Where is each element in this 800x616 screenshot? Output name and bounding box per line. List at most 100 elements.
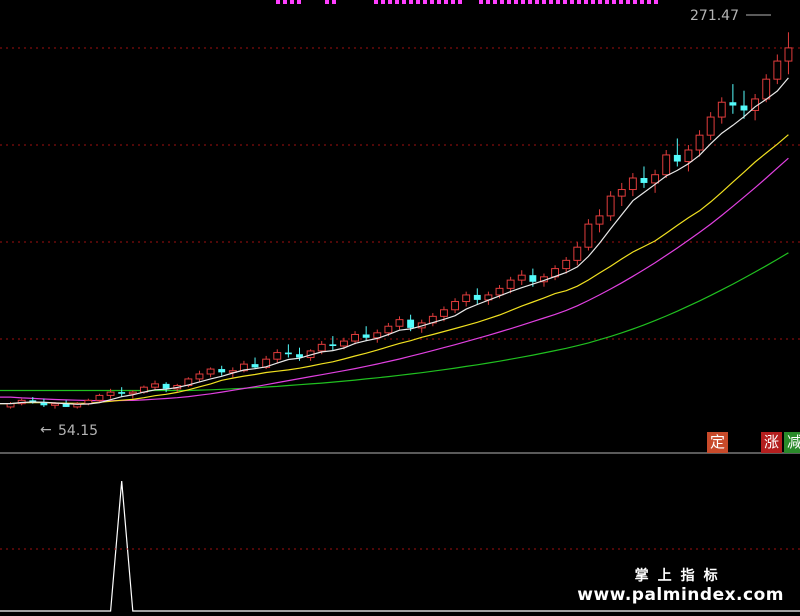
grid-lines (0, 47, 800, 340)
signal-marker (626, 0, 630, 4)
signal-marker (416, 0, 420, 4)
candle-body (128, 391, 137, 395)
candle-body (784, 47, 793, 62)
candle-8 (95, 393, 104, 402)
candle-40 (451, 298, 460, 314)
candle-body (395, 319, 404, 327)
signal-marker (283, 0, 287, 4)
candle-70 (784, 32, 793, 75)
candle-10 (118, 387, 126, 398)
ma60-path (0, 252, 789, 392)
candle-body (762, 78, 771, 100)
signal-marker (325, 0, 329, 4)
candle-29 (329, 336, 337, 351)
candle-body (251, 364, 259, 368)
candle-65 (729, 84, 737, 114)
signal-marker (633, 0, 637, 4)
candle-64 (717, 97, 726, 124)
candle-body (118, 392, 126, 394)
candle-63 (706, 112, 715, 141)
candle-body (218, 369, 226, 373)
candle-60 (673, 138, 681, 167)
candle-body (407, 319, 415, 328)
candle-22 (251, 357, 259, 370)
signal-marker (395, 0, 399, 4)
candle-body (339, 340, 348, 347)
candle-body (717, 101, 726, 118)
candle-body (151, 383, 159, 388)
signal-marker (549, 0, 553, 4)
low-price-label: ← 54.15 (40, 422, 98, 439)
signal-marker (423, 0, 427, 4)
low-price-arrow: ← (40, 422, 52, 438)
signal-marker (388, 0, 392, 4)
signal-marker (584, 0, 588, 4)
signal-marker (381, 0, 385, 4)
candle-52 (584, 219, 593, 251)
signal-tag-1: 涨 (761, 432, 782, 453)
candle-body (517, 274, 526, 281)
candle-body (740, 105, 748, 111)
candle-body (506, 279, 515, 289)
high-price-label: 271.47 (690, 8, 771, 24)
watermark-url: www.palmindex.com (577, 585, 784, 605)
candle-57 (640, 166, 648, 188)
signal-marker (647, 0, 651, 4)
signal-marker (577, 0, 581, 4)
candle-53 (595, 209, 604, 233)
signal-marker (591, 0, 595, 4)
candle-51 (573, 242, 582, 266)
candle-55 (617, 182, 626, 206)
ma20-line (0, 157, 789, 402)
signal-tag-2: 减 (784, 432, 800, 453)
candle-body (473, 294, 481, 300)
signal-marker (542, 0, 546, 4)
candle-body (573, 246, 582, 261)
candle-body (351, 333, 359, 342)
candle-body (95, 394, 104, 401)
ma5-line (0, 77, 789, 405)
candle-body (329, 344, 337, 346)
candle-56 (628, 173, 637, 197)
signal-marker (437, 0, 441, 4)
candle-42 (473, 288, 481, 305)
signal-marker (570, 0, 574, 4)
candle-body (51, 403, 59, 406)
signal-marker-row (276, 0, 658, 4)
signal-marker (332, 0, 336, 4)
candle-38 (428, 313, 437, 327)
signal-marker (640, 0, 644, 4)
candle-35 (395, 316, 404, 330)
ma20-path (0, 157, 789, 402)
signal-marker (535, 0, 539, 4)
candle-43 (484, 291, 493, 305)
ma60-line (0, 252, 789, 392)
candle-body (729, 102, 737, 106)
signal-marker (409, 0, 413, 4)
signal-marker (402, 0, 406, 4)
candle-body (162, 383, 170, 389)
signal-marker (486, 0, 490, 4)
ma5-path (0, 77, 789, 405)
candle-19 (218, 365, 226, 376)
candle-59 (662, 150, 671, 178)
candles-group (6, 32, 793, 409)
candle-body (462, 294, 471, 303)
signal-marker (528, 0, 532, 4)
signal-marker (458, 0, 462, 4)
candle-body (384, 325, 393, 334)
signal-marker (521, 0, 525, 4)
signal-marker (479, 0, 483, 4)
candle-body (628, 177, 637, 191)
candle-body (695, 134, 704, 151)
candle-body (673, 154, 681, 162)
candle-25 (284, 344, 292, 358)
signal-marker (430, 0, 434, 4)
signal-marker (563, 0, 567, 4)
signal-marker (514, 0, 518, 4)
candle-13 (151, 380, 159, 391)
signal-marker (619, 0, 623, 4)
candle-61 (684, 145, 693, 172)
watermark: 掌上指标 www.palmindex.com (577, 565, 784, 605)
candle-17 (195, 370, 204, 383)
